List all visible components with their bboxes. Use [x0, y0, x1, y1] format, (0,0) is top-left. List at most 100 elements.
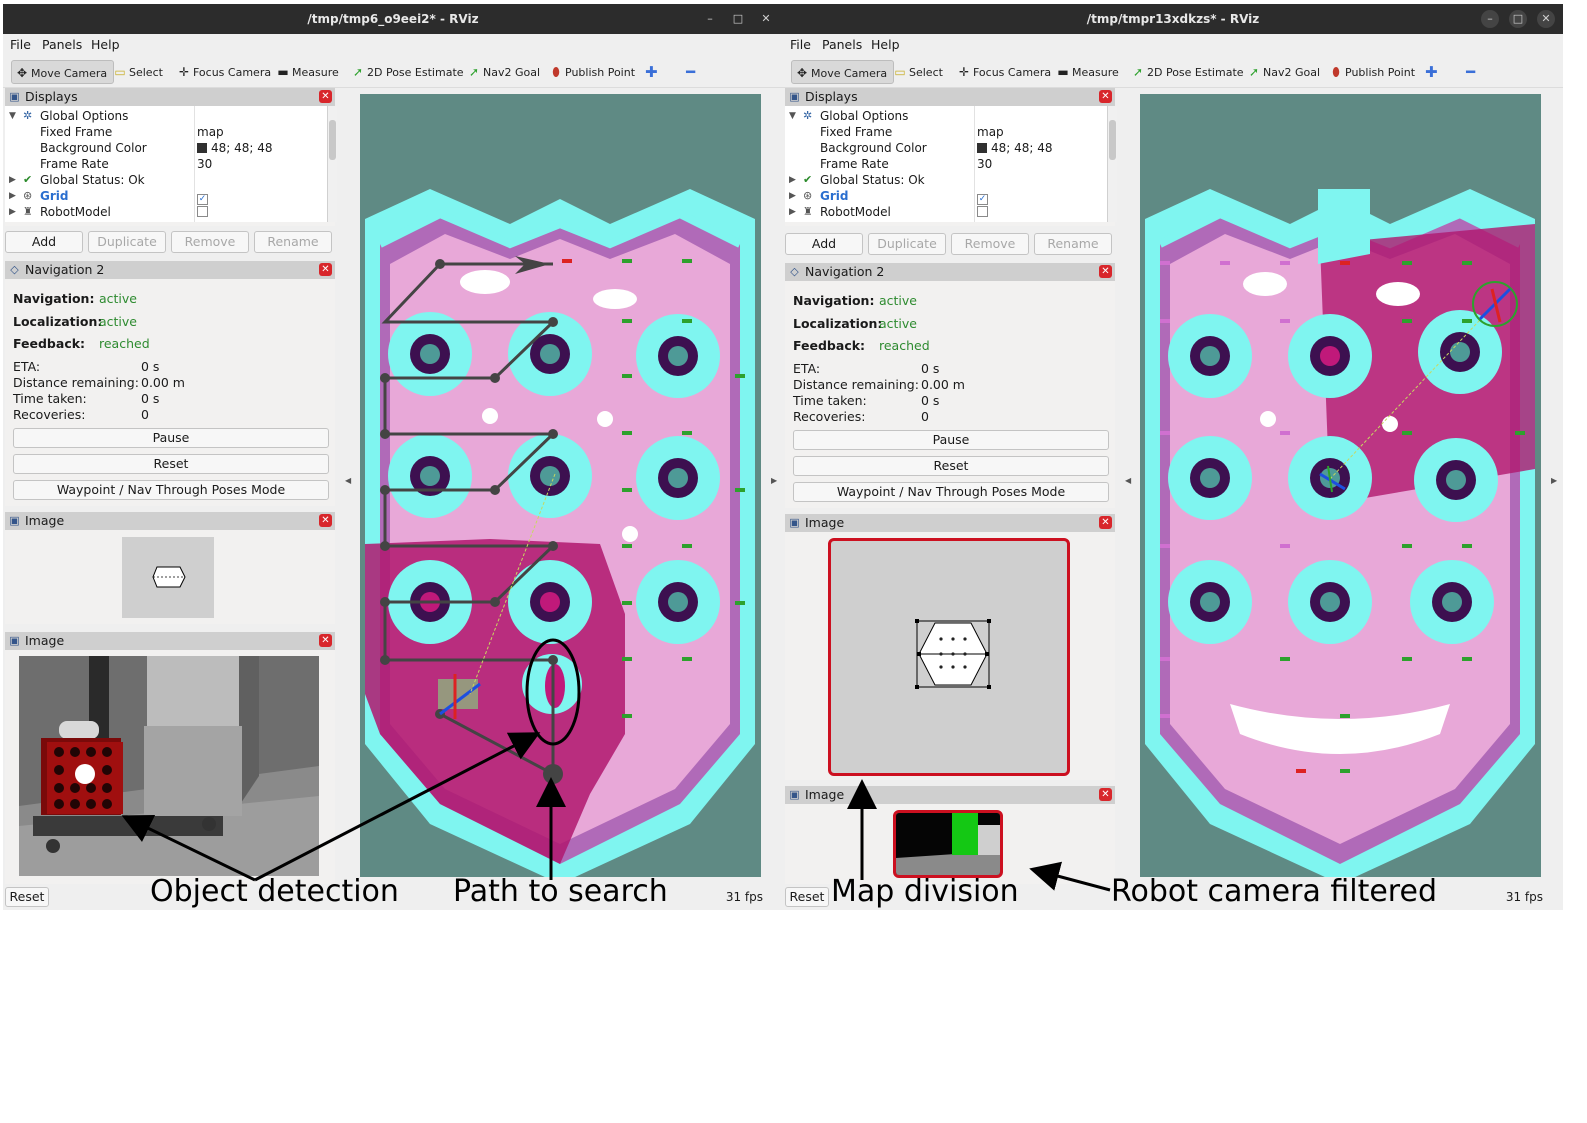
expand-arrow-icon[interactable]: ▶: [789, 172, 796, 188]
checkbox-unchecked[interactable]: [197, 206, 208, 217]
remove-tool-icon[interactable]: ━: [686, 60, 695, 84]
tree-row[interactable]: Background Color 48; 48; 48: [785, 140, 1107, 156]
tool-select[interactable]: ▭ Select: [893, 60, 943, 84]
tool-focus-camera[interactable]: ✛ Focus Camera: [177, 60, 271, 84]
close-icon[interactable]: ✕: [757, 10, 775, 28]
tool-move-camera[interactable]: ✥ Move Camera: [791, 60, 895, 84]
tree-value[interactable]: 30: [197, 156, 212, 172]
displays-tree[interactable]: ▼ ✲ Global Options Fixed Frame map Backgrou…: [785, 106, 1107, 222]
tool-publish-point[interactable]: ⬮ Publish Point: [549, 60, 635, 84]
tree-row[interactable]: Frame Rate 30: [5, 156, 327, 172]
menu-panels[interactable]: Panels: [42, 37, 82, 52]
add-tool-icon[interactable]: ✚: [1425, 60, 1438, 84]
tree-row[interactable]: ▶ ⊛ Grid ✓: [785, 188, 1107, 205]
pause-button[interactable]: Pause: [13, 428, 329, 448]
tree-row[interactable]: ▶ ♜ RobotModel: [5, 204, 327, 220]
costmap-view[interactable]: [1140, 94, 1541, 877]
right-dock-edge[interactable]: ▶: [1547, 88, 1563, 885]
expand-arrow-icon[interactable]: ▶: [9, 188, 16, 204]
tree-value[interactable]: 48; 48; 48: [197, 140, 273, 156]
grid-checkbox[interactable]: ✓: [977, 188, 988, 205]
robotmodel-checkbox[interactable]: [977, 204, 988, 220]
expand-arrow-icon[interactable]: ▶: [9, 172, 16, 188]
collapse-left-icon[interactable]: ◀: [345, 476, 351, 485]
tool-measure[interactable]: ▬ Measure: [1056, 60, 1118, 84]
menu-file[interactable]: File: [790, 37, 811, 52]
expand-arrow-icon[interactable]: ▶: [9, 204, 16, 220]
remove-tool-icon[interactable]: ━: [1466, 60, 1475, 84]
rename-button[interactable]: Rename: [1034, 233, 1112, 255]
close-panel-icon[interactable]: ✕: [1099, 90, 1112, 103]
tree-value[interactable]: map: [197, 124, 224, 140]
panel-splitter[interactable]: ◀: [340, 88, 357, 885]
panel-splitter[interactable]: ◀: [1120, 88, 1137, 885]
robotmodel-checkbox[interactable]: [197, 204, 208, 220]
close-panel-icon[interactable]: ✕: [319, 514, 332, 527]
pause-button[interactable]: Pause: [793, 430, 1109, 450]
tree-row[interactable]: Background Color 48; 48; 48: [5, 140, 327, 156]
minimize-icon[interactable]: –: [1481, 10, 1499, 28]
expand-arrow-icon[interactable]: ▼: [9, 108, 16, 124]
close-icon[interactable]: ✕: [1537, 10, 1555, 28]
menu-panels[interactable]: Panels: [822, 37, 862, 52]
tree-row[interactable]: ▼ ✲ Global Options: [5, 108, 327, 124]
checkbox-unchecked[interactable]: [977, 206, 988, 217]
expand-arrow-icon[interactable]: ▶: [789, 204, 796, 220]
collapse-right-icon[interactable]: ▶: [1551, 476, 1557, 485]
tool-select[interactable]: ▭ Select: [113, 60, 163, 84]
tree-row[interactable]: ▶ ♜ RobotModel: [785, 204, 1107, 220]
displays-scrollbar[interactable]: [1107, 106, 1117, 222]
costmap-view[interactable]: [360, 94, 761, 877]
waypoint-mode-button[interactable]: Waypoint / Nav Through Poses Mode: [13, 480, 329, 500]
grid-checkbox[interactable]: ✓: [197, 188, 208, 205]
close-panel-icon[interactable]: ✕: [1099, 265, 1112, 278]
add-tool-icon[interactable]: ✚: [645, 60, 658, 84]
tool-measure[interactable]: ▬ Measure: [276, 60, 338, 84]
close-panel-icon[interactable]: ✕: [1099, 788, 1112, 801]
tool-2d-pose-estimate[interactable]: ➚ 2D Pose Estimate: [1131, 60, 1244, 84]
tool-nav2-goal[interactable]: ➚ Nav2 Goal: [467, 60, 540, 84]
view-reset-button[interactable]: Reset: [5, 887, 49, 907]
displays-scrollbar[interactable]: [327, 106, 337, 222]
displays-tree[interactable]: ▼ ✲ Global Options Fixed Frame map Backgrou…: [5, 106, 327, 222]
close-panel-icon[interactable]: ✕: [1099, 516, 1112, 529]
tree-row[interactable]: ▶ ✔ Global Status: Ok: [5, 172, 327, 188]
expand-arrow-icon[interactable]: ▼: [789, 108, 796, 124]
add-button[interactable]: Add: [5, 231, 83, 253]
render-view[interactable]: [1140, 94, 1541, 877]
tree-value[interactable]: 48; 48; 48: [977, 140, 1053, 156]
tree-value[interactable]: map: [977, 124, 1004, 140]
menu-help[interactable]: Help: [871, 37, 900, 52]
tree-row[interactable]: ▶ ⊛ Grid ✓: [5, 188, 327, 205]
maximize-icon[interactable]: □: [1509, 10, 1527, 28]
render-view[interactable]: [360, 94, 761, 877]
collapse-left-icon[interactable]: ◀: [1125, 476, 1131, 485]
tree-row[interactable]: ▶ ✔ Global Status: Ok: [785, 172, 1107, 188]
scroll-thumb[interactable]: [329, 120, 336, 160]
right-dock-edge[interactable]: ▶: [767, 88, 783, 885]
tree-row[interactable]: Frame Rate 30: [785, 156, 1107, 172]
tree-value[interactable]: 30: [977, 156, 992, 172]
waypoint-mode-button[interactable]: Waypoint / Nav Through Poses Mode: [793, 482, 1109, 502]
close-panel-icon[interactable]: ✕: [319, 263, 332, 276]
duplicate-button[interactable]: Duplicate: [88, 231, 166, 253]
tree-row[interactable]: Fixed Frame map: [785, 124, 1107, 140]
tool-nav2-goal[interactable]: ➚ Nav2 Goal: [1247, 60, 1320, 84]
duplicate-button[interactable]: Duplicate: [868, 233, 946, 255]
reset-button[interactable]: Reset: [793, 456, 1109, 476]
remove-button[interactable]: Remove: [171, 231, 249, 253]
tool-2d-pose-estimate[interactable]: ➚ 2D Pose Estimate: [351, 60, 464, 84]
collapse-right-icon[interactable]: ▶: [771, 476, 777, 485]
add-button[interactable]: Add: [785, 233, 863, 255]
rename-button[interactable]: Rename: [254, 231, 332, 253]
expand-arrow-icon[interactable]: ▶: [789, 188, 796, 204]
tree-row[interactable]: Fixed Frame map: [5, 124, 327, 140]
tool-move-camera[interactable]: ✥ Move Camera: [11, 60, 115, 84]
remove-button[interactable]: Remove: [951, 233, 1029, 255]
maximize-icon[interactable]: □: [729, 10, 747, 28]
menu-file[interactable]: File: [10, 37, 31, 52]
view-reset-button[interactable]: Reset: [785, 887, 829, 907]
close-panel-icon[interactable]: ✕: [319, 634, 332, 647]
tool-focus-camera[interactable]: ✛ Focus Camera: [957, 60, 1051, 84]
minimize-icon[interactable]: –: [701, 10, 719, 28]
